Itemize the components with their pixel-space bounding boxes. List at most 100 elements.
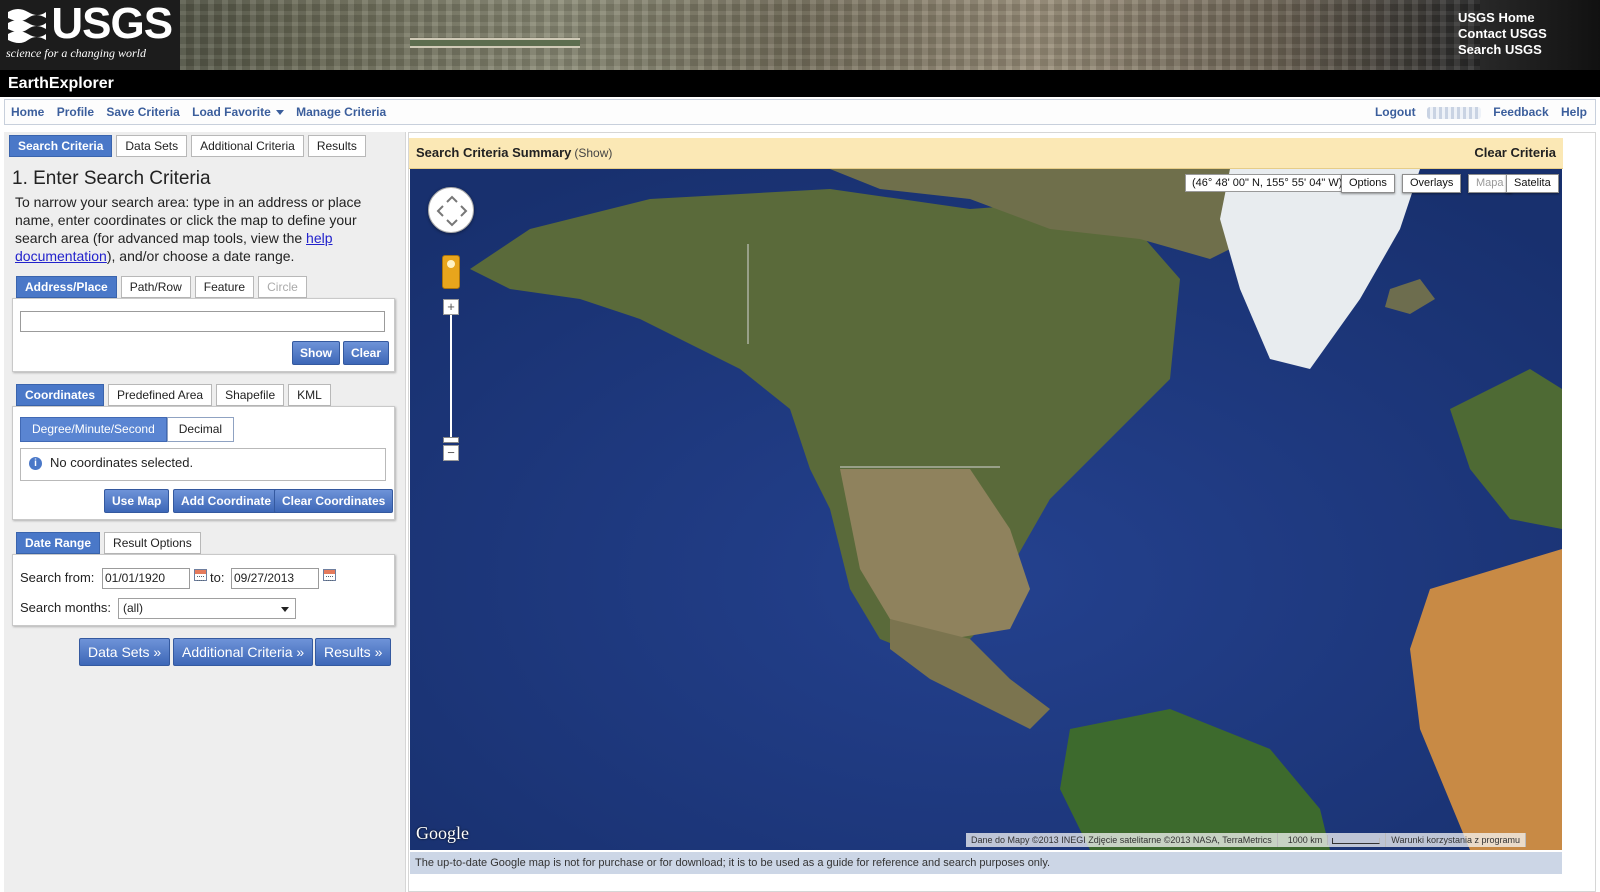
map-scale: 1000 km xyxy=(1278,833,1387,847)
nav-load-favorite-label: Load Favorite xyxy=(192,105,271,119)
date-to-input[interactable]: 09/27/2013 xyxy=(231,568,319,589)
tab-path-row[interactable]: Path/Row xyxy=(120,276,191,298)
coordinate-tabs: Coordinates Predefined Area Shapefile KM… xyxy=(16,384,335,406)
street-view-pegman-icon[interactable] xyxy=(442,255,460,289)
tab-date-range[interactable]: Date Range xyxy=(16,532,101,554)
satellite-map-image xyxy=(410,169,1562,850)
chevron-down-icon xyxy=(281,607,289,612)
summary-title: Search Criteria Summary xyxy=(416,145,572,160)
nav-profile[interactable]: Profile xyxy=(57,105,94,119)
area-tabs: Address/Place Path/Row Feature Circle xyxy=(16,276,311,298)
banner-aerial-image xyxy=(180,0,1480,70)
map-overlays-button[interactable]: Overlays xyxy=(1402,174,1462,193)
info-icon: i xyxy=(29,457,42,471)
pan-control[interactable] xyxy=(428,187,474,233)
user-name-redacted xyxy=(1426,106,1481,119)
logo-wordmark: USGS xyxy=(51,0,173,48)
calendar-icon[interactable] xyxy=(194,569,207,581)
no-coordinates-message: No coordinates selected. xyxy=(50,455,194,470)
nav-help[interactable]: Help xyxy=(1561,105,1587,119)
tab-kml[interactable]: KML xyxy=(288,384,331,406)
zoom-slider-handle[interactable] xyxy=(443,437,459,443)
map-view[interactable]: (46° 48' 00" N, 155° 55' 04" W) Options … xyxy=(410,169,1562,850)
map-attribution: Dane do Mapy ©2013 INEGI Zdjęcie satelit… xyxy=(966,833,1526,847)
tab-additional-criteria[interactable]: Additional Criteria xyxy=(191,135,304,157)
format-decimal[interactable]: Decimal xyxy=(166,417,235,442)
to-label: to: xyxy=(210,570,225,585)
calendar-icon[interactable] xyxy=(323,569,336,581)
search-panel: Search Criteria Data Sets Additional Cri… xyxy=(4,132,406,892)
results-step-button[interactable]: Results » xyxy=(315,638,392,666)
clear-address-button[interactable]: Clear xyxy=(343,341,390,365)
coordinates-box: Degree/Minute/Second Decimal i No coordin… xyxy=(12,406,395,520)
coordinate-format-toggle: Degree/Minute/Second Decimal xyxy=(20,417,235,442)
nav-load-favorite[interactable]: Load Favorite xyxy=(192,105,284,119)
tab-feature[interactable]: Feature xyxy=(194,276,255,298)
nav-logout[interactable]: Logout xyxy=(1375,105,1416,119)
summary-show-link[interactable]: (Show) xyxy=(574,146,612,160)
search-months-select[interactable]: (all) xyxy=(118,598,296,619)
scale-label: 1000 km xyxy=(1282,835,1329,845)
step-help-text: To narrow your search area: type in an a… xyxy=(15,193,385,265)
usgs-logo[interactable]: USGS science for a changing world xyxy=(0,0,180,70)
clear-criteria-link[interactable]: Clear Criteria xyxy=(1474,145,1556,160)
coordinate-readout: (46° 48' 00" N, 155° 55' 04" W) xyxy=(1185,174,1350,192)
address-input[interactable] xyxy=(20,311,385,332)
pan-arrows-icon xyxy=(436,195,468,227)
step-heading: 1. Enter Search Criteria xyxy=(12,168,211,189)
tab-predefined-area[interactable]: Predefined Area xyxy=(108,384,213,406)
header-links: USGS Home Contact USGS Search USGS xyxy=(1458,10,1588,58)
map-options-button[interactable]: Options xyxy=(1341,174,1395,193)
zoom-out-icon[interactable]: − xyxy=(443,445,459,461)
date-from-input[interactable]: 01/01/1920 xyxy=(102,568,190,589)
search-from-label: Search from: xyxy=(20,570,95,585)
format-dms[interactable]: Degree/Minute/Second xyxy=(20,417,167,442)
app-title: EarthExplorer xyxy=(0,70,1600,97)
google-logo: Google xyxy=(416,823,469,843)
additional-criteria-step-button[interactable]: Additional Criteria » xyxy=(173,638,314,666)
search-usgs-link[interactable]: Search USGS xyxy=(1458,42,1588,58)
contact-usgs-link[interactable]: Contact USGS xyxy=(1458,26,1588,42)
search-months-label: Search months: xyxy=(20,600,112,615)
search-criteria-summary: Search Criteria Summary (Show) Clear Crit… xyxy=(409,138,1563,169)
help-text-after: ), and/or choose a date range. xyxy=(106,248,295,264)
map-disclaimer: The up-to-date Google map is not for pur… xyxy=(410,852,1562,874)
scale-bar-icon xyxy=(1332,837,1381,844)
clear-coordinates-button[interactable]: Clear Coordinates xyxy=(274,489,394,513)
usgs-banner: USGS science for a changing world USGS H… xyxy=(0,0,1600,70)
date-range-box: Search from: 01/01/1920 to: 09/27/2013 S… xyxy=(12,554,395,626)
zoom-in-icon[interactable]: + xyxy=(443,299,459,315)
chevron-down-icon xyxy=(275,110,284,116)
main-tabs: Search Criteria Data Sets Additional Cri… xyxy=(9,135,370,157)
coordinate-list: i No coordinates selected. xyxy=(20,448,386,481)
tab-result-options[interactable]: Result Options xyxy=(104,532,201,554)
map-type-mapa[interactable]: Mapa xyxy=(1468,174,1512,193)
show-button[interactable]: Show xyxy=(292,341,340,365)
tab-results[interactable]: Results xyxy=(307,135,366,157)
nav-save-criteria[interactable]: Save Criteria xyxy=(106,105,179,119)
nav-home[interactable]: Home xyxy=(11,105,44,119)
tab-circle: Circle xyxy=(258,276,307,298)
usgs-wave-icon xyxy=(8,9,46,43)
tab-address-place[interactable]: Address/Place xyxy=(16,276,117,298)
map-terms-link[interactable]: Warunki korzystania z programu xyxy=(1386,833,1526,847)
nav-bar: Home Profile Save Criteria Load Favorite… xyxy=(4,99,1596,125)
address-box: Show Clear xyxy=(12,298,395,372)
nav-manage-criteria[interactable]: Manage Criteria xyxy=(296,105,386,119)
tab-data-sets[interactable]: Data Sets xyxy=(116,135,188,157)
map-data-credit: Dane do Mapy ©2013 INEGI Zdjęcie satelit… xyxy=(966,833,1278,847)
data-sets-step-button[interactable]: Data Sets » xyxy=(79,638,171,666)
nav-feedback[interactable]: Feedback xyxy=(1493,105,1548,119)
tab-shapefile[interactable]: Shapefile xyxy=(216,384,285,406)
map-type-satelita[interactable]: Satelita xyxy=(1506,174,1559,193)
usgs-home-link[interactable]: USGS Home xyxy=(1458,10,1588,26)
add-coordinate-button[interactable]: Add Coordinate xyxy=(173,489,279,513)
tab-coordinates[interactable]: Coordinates xyxy=(16,384,105,406)
banner-mall-detail xyxy=(410,38,580,48)
date-tabs: Date Range Result Options xyxy=(16,532,205,554)
zoom-slider-track[interactable] xyxy=(450,315,452,439)
search-months-value: (all) xyxy=(123,601,143,615)
tab-search-criteria[interactable]: Search Criteria xyxy=(9,135,113,157)
use-map-button[interactable]: Use Map xyxy=(104,489,170,513)
logo-tagline: science for a changing world xyxy=(6,46,146,60)
